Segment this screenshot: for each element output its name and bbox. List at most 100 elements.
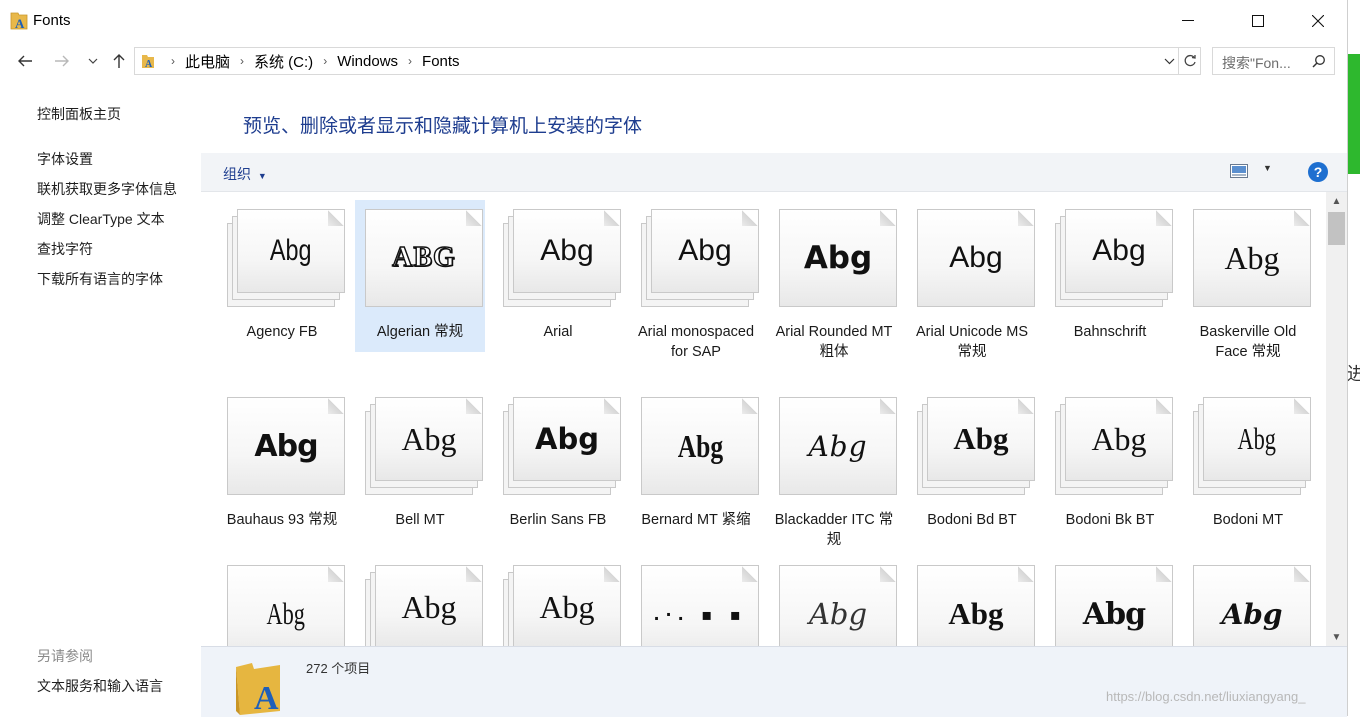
svg-text:A: A	[15, 16, 25, 30]
view-icon[interactable]	[1230, 164, 1248, 178]
font-item[interactable]: Abg Arial Rounded MT 粗体	[769, 200, 899, 360]
font-name: Arial monospaced for SAP	[637, 324, 755, 360]
font-sample: Abg	[641, 397, 759, 495]
font-sample-text: Abg	[266, 596, 306, 631]
font-item[interactable]: Abg Bodoni Bk BT	[1045, 388, 1175, 540]
font-sample: Abg	[927, 397, 1035, 481]
address-row: A › 此电脑 › 系统 (C:) › Windows › Fonts 搜索"F…	[0, 44, 1347, 78]
font-name: Baskerville Old Face 常规	[1199, 324, 1297, 360]
sidebar-link-control-panel-home[interactable]: 控制面板主页	[37, 104, 121, 124]
window-title: Fonts	[33, 12, 71, 29]
chevron-right-icon[interactable]: ›	[317, 54, 333, 68]
font-sample-text: Abg	[678, 234, 732, 267]
address-dropdown-button[interactable]	[1160, 48, 1178, 74]
font-sample: Abg	[513, 209, 621, 293]
scroll-up-icon[interactable]: ▲	[1326, 192, 1347, 210]
font-family-icon: Abg	[641, 209, 759, 307]
search-placeholder: 搜索"Fon...	[1222, 55, 1291, 71]
search-icon[interactable]	[1312, 54, 1326, 68]
forward-button[interactable]	[51, 50, 73, 72]
font-item[interactable]: Abg	[1183, 556, 1313, 646]
recent-locations-button[interactable]	[82, 50, 104, 72]
crumb-system-c[interactable]: 系统 (C:)	[250, 51, 317, 72]
font-item[interactable]: Abg Bodoni Bd BT	[907, 388, 1037, 540]
font-item[interactable]: Abg Baskerville Old Face 常规	[1183, 200, 1313, 360]
recent-dropdown-icon	[88, 58, 98, 64]
search-input[interactable]: 搜索"Fon...	[1212, 47, 1335, 75]
scroll-thumb[interactable]	[1328, 212, 1345, 245]
svg-text:A: A	[145, 59, 153, 69]
font-family-icon: Abg	[1055, 397, 1173, 495]
font-family-icon: Abg	[1193, 397, 1311, 495]
up-button[interactable]	[108, 50, 130, 72]
font-sample-text: Abg	[401, 588, 457, 625]
font-name: Bodoni Bd BT	[927, 512, 1017, 528]
font-sample-text: Abg	[535, 422, 599, 456]
font-sample-text: Abg	[808, 597, 868, 631]
vertical-scrollbar[interactable]: ▲ ▼	[1326, 192, 1347, 646]
font-name: Algerian 常规	[376, 324, 464, 340]
font-item[interactable]: .·. ▪ ▪	[631, 556, 761, 646]
address-bar[interactable]: A › 此电脑 › 系统 (C:) › Windows › Fonts	[134, 47, 1201, 75]
font-item[interactable]: Abg	[769, 556, 899, 646]
crumb-windows[interactable]: Windows	[333, 53, 402, 70]
font-item[interactable]: Abg Bernard MT 紧缩	[631, 388, 761, 540]
minimize-button[interactable]	[1165, 0, 1211, 42]
chevron-right-icon[interactable]: ›	[402, 54, 418, 68]
sidebar-link-download-fonts[interactable]: 下载所有语言的字体	[37, 269, 163, 289]
font-sample: Abg	[1193, 565, 1311, 646]
maximize-button[interactable]	[1235, 0, 1281, 42]
font-file-icon: Abg	[917, 565, 1035, 646]
font-item[interactable]: Abg Bell MT	[355, 388, 485, 540]
font-item[interactable]: Abg Agency FB	[217, 200, 347, 352]
main-content: 预览、删除或者显示和隐藏计算机上安装的字体 组织 ▼ ▼ ? Abg Agency…	[201, 78, 1347, 717]
sidebar-link-find-character[interactable]: 查找字符	[37, 239, 93, 259]
font-item[interactable]: Abg Bauhaus 93 常规	[217, 388, 347, 540]
font-name: Arial Rounded MT 粗体	[775, 324, 893, 360]
scroll-down-icon[interactable]: ▼	[1326, 628, 1347, 646]
font-family-icon: Abg	[917, 397, 1035, 495]
font-sample: Abg	[227, 397, 345, 495]
font-sample: Abg	[1203, 397, 1311, 481]
font-item[interactable]: Abg Arial monospaced for SAP	[631, 200, 761, 360]
font-sample: Abg	[917, 209, 1035, 307]
crumb-this-pc[interactable]: 此电脑	[181, 51, 234, 72]
font-item[interactable]: ABG Algerian 常规	[355, 200, 485, 352]
organize-menu[interactable]: 组织 ▼	[223, 164, 267, 184]
chevron-right-icon[interactable]: ›	[234, 54, 250, 68]
font-file-icon: Abg	[1193, 565, 1311, 646]
font-item[interactable]: Abg Bahnschrift	[1045, 200, 1175, 352]
help-icon[interactable]: ?	[1308, 162, 1328, 182]
font-item[interactable]: Abg	[1045, 556, 1175, 646]
font-item[interactable]: Abg Berlin Sans FB	[493, 388, 623, 540]
chevron-down-icon	[1164, 58, 1174, 64]
font-sample: Abg	[1065, 397, 1173, 481]
sidebar-link-font-settings[interactable]: 字体设置	[37, 149, 93, 169]
forward-arrow-icon	[55, 55, 69, 67]
font-sample: Abg	[237, 209, 345, 293]
chevron-right-icon[interactable]: ›	[165, 54, 181, 68]
font-item[interactable]: Abg	[217, 556, 347, 646]
font-sample-text: Abg	[539, 588, 595, 625]
refresh-button[interactable]	[1178, 48, 1200, 74]
font-item[interactable]: Abg Arial	[493, 200, 623, 352]
font-sample-text: Abg	[949, 241, 1003, 274]
font-sample-text: .·. ▪ ▪	[653, 604, 747, 624]
font-item[interactable]: Abg	[907, 556, 1037, 646]
font-item[interactable]: Abg	[493, 556, 623, 646]
font-item[interactable]: Abg Arial Unicode MS 常规	[907, 200, 1037, 360]
font-name: Bodoni Bk BT	[1065, 512, 1155, 528]
font-sample: Abg	[1193, 209, 1311, 307]
view-dropdown-icon[interactable]: ▼	[1263, 163, 1272, 173]
sidebar-link-text-services[interactable]: 文本服务和输入语言	[37, 676, 163, 696]
close-button[interactable]	[1295, 0, 1341, 42]
font-item[interactable]: Abg	[355, 556, 485, 646]
font-item[interactable]: Abg Blackadder ITC 常规	[769, 388, 899, 548]
sidebar-link-cleartype[interactable]: 调整 ClearType 文本	[37, 209, 165, 229]
sidebar: 控制面板主页 字体设置 联机获取更多字体信息 调整 ClearType 文本 查…	[0, 78, 201, 716]
crumb-fonts[interactable]: Fonts	[418, 53, 464, 70]
sidebar-link-get-more-fonts[interactable]: 联机获取更多字体信息	[37, 179, 177, 199]
font-item[interactable]: Abg Bodoni MT	[1183, 388, 1313, 540]
font-sample: Abg	[1055, 565, 1173, 646]
back-button[interactable]	[14, 50, 36, 72]
